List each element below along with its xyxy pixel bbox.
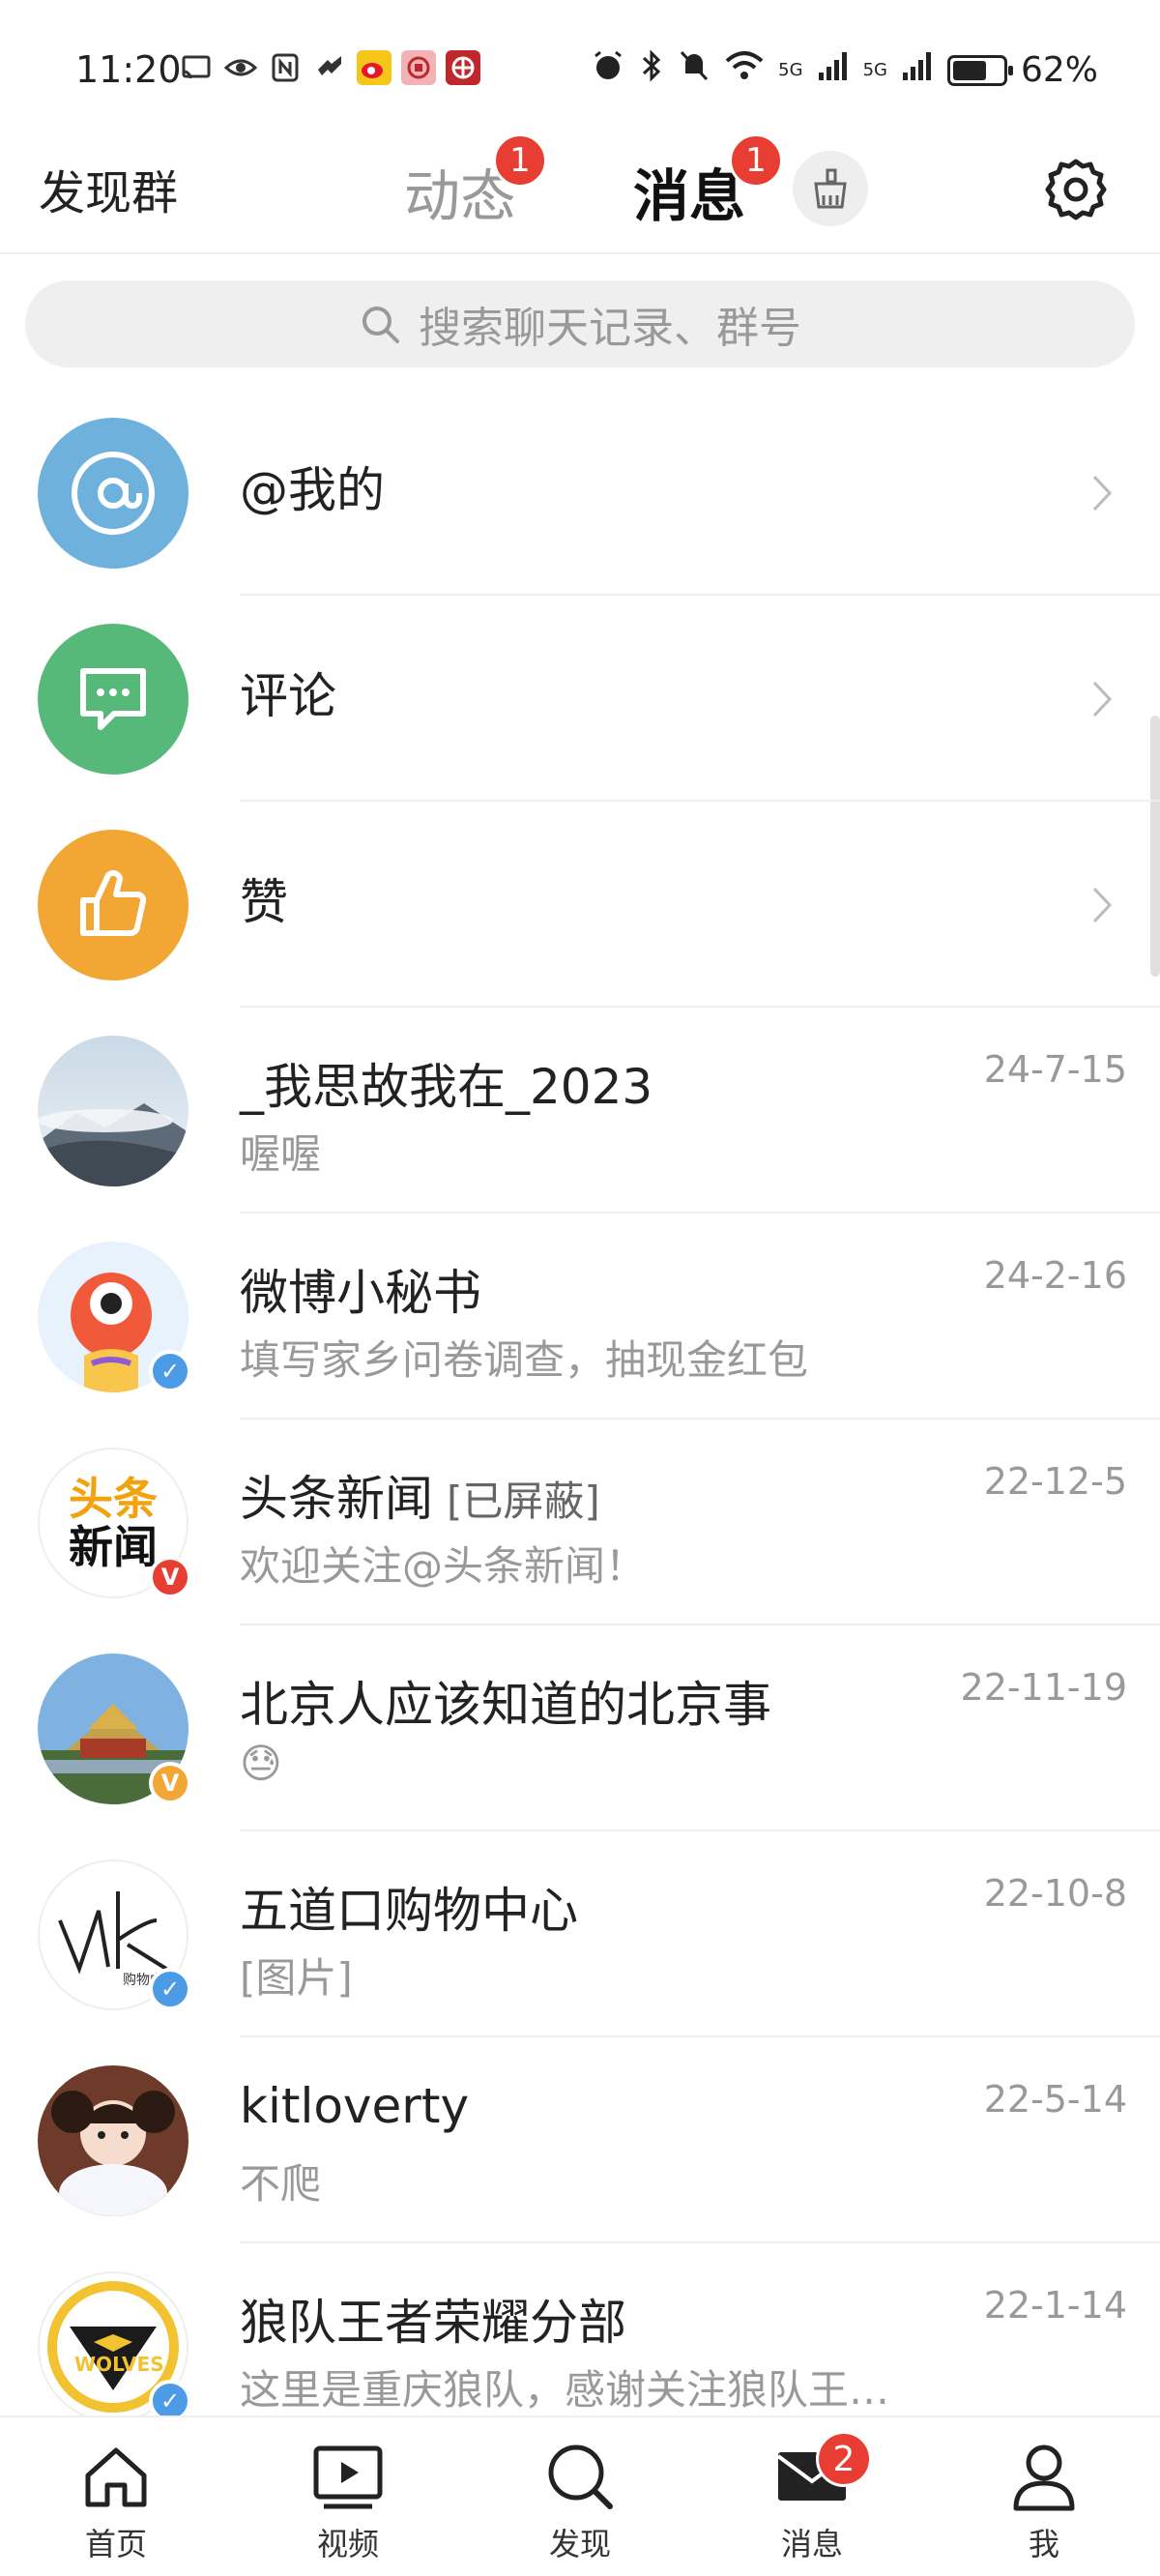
chat-row[interactable]: _我思故我在_2023 喔喔 24-7-15 <box>0 1008 1160 1214</box>
signal-label-1: 5G <box>778 59 803 80</box>
nav-label: 发现 <box>548 2526 611 2562</box>
chevron-right-icon <box>1092 681 1113 717</box>
status-bar: 11:20 5G 5G 62% <box>0 0 1160 126</box>
wifi-icon <box>724 48 765 92</box>
search-icon <box>548 2444 613 2509</box>
profile-icon <box>1013 2444 1075 2511</box>
nfc-icon <box>268 50 303 85</box>
chat-row[interactable]: 头条 新闻 V 头条新闻 [已屏蔽] 欢迎关注@头条新闻！ 22-12-5 <box>0 1420 1160 1625</box>
chat-name: 北京人应该知道的北京事 <box>240 1677 771 1733</box>
shortcut-label: @我的 <box>240 462 385 518</box>
avatar <box>38 2065 188 2216</box>
chat-preview: 😓 <box>240 1740 282 1787</box>
search-bar[interactable]: 搜索聊天记录、群号 <box>25 280 1135 367</box>
shortcut-mentions[interactable]: @我的 <box>0 390 1160 596</box>
battery-percent: 62% <box>1020 50 1098 90</box>
nav-profile[interactable]: 我 <box>928 2417 1160 2576</box>
nav-messages[interactable]: 消息 2 <box>696 2417 928 2576</box>
eye-icon <box>223 50 258 85</box>
thumbs-up-icon <box>38 830 188 981</box>
search-icon <box>362 307 399 343</box>
video-icon <box>313 2445 383 2509</box>
nav-label: 我 <box>1028 2526 1059 2562</box>
bank-app-icon <box>401 50 436 85</box>
verified-badge: ✓ <box>149 1350 191 1392</box>
chat-date: 22-5-14 <box>983 2078 1127 2121</box>
signal-icon-2 <box>901 49 934 91</box>
chat-date: 22-12-5 <box>983 1460 1127 1503</box>
chat-name-text: 头条新闻 <box>240 1471 433 1527</box>
chat-row[interactable]: kitloverty 不爬 22-5-14 <box>0 2037 1160 2243</box>
nav-label: 视频 <box>316 2526 379 2562</box>
nav-video[interactable]: 视频 <box>232 2417 464 2576</box>
signal-label-2: 5G <box>862 59 887 80</box>
search-placeholder: 搜索聊天记录、群号 <box>419 304 801 353</box>
weibo-app-icon <box>357 50 392 85</box>
nav-discover[interactable]: 发现 <box>464 2417 696 2576</box>
discover-group-button[interactable]: 发现群 <box>39 155 178 222</box>
broom-icon <box>814 168 847 209</box>
clear-unread-button[interactable] <box>793 151 868 226</box>
gear-icon <box>1045 159 1107 220</box>
battery-icon <box>946 54 1013 86</box>
comment-icon <box>38 624 188 775</box>
chat-name: 五道口购物中心 <box>240 1883 578 1939</box>
chat-name: 微博小秘书 <box>240 1265 481 1321</box>
chat-date: 24-7-15 <box>983 1048 1127 1091</box>
logo-text: 头条 <box>69 1473 158 1525</box>
verified-badge: V <box>149 1762 191 1804</box>
status-time: 11:20 <box>75 48 182 91</box>
chat-preview: 填写家乡问卷调查，抽现金红包 <box>240 1336 809 1384</box>
bluetooth-icon <box>639 48 664 92</box>
blocked-label: [已屏蔽] <box>447 1478 600 1525</box>
chat-preview: 欢迎关注@头条新闻！ <box>240 1542 647 1590</box>
nav-label: 消息 <box>780 2526 843 2562</box>
tab-dongtai-badge: 1 <box>493 133 547 188</box>
settings-button[interactable] <box>1039 153 1113 226</box>
verified-badge: ✓ <box>149 1968 191 2010</box>
logo-text: 新闻 <box>69 1521 158 1573</box>
message-list: @我的 评论 赞 _我思故我在_2023 喔喔 24-7-15 ✓ 微博小秘书 … <box>0 390 1160 2449</box>
shortcut-label: 赞 <box>240 874 288 930</box>
shortcut-likes[interactable]: 赞 <box>0 802 1160 1008</box>
chat-row[interactable]: ✓ 微博小秘书 填写家乡问卷调查，抽现金红包 24-2-16 <box>0 1214 1160 1420</box>
tab-xiaoxi-badge: 1 <box>729 133 783 188</box>
at-icon <box>38 418 188 569</box>
bank2-app-icon <box>446 50 480 85</box>
chat-row[interactable]: V 北京人应该知道的北京事 😓 22-11-19 <box>0 1625 1160 1831</box>
cast-icon <box>179 50 214 85</box>
chat-row[interactable]: 购物中 ✓ 五道口购物中心 [图片] 22-10-8 <box>0 1831 1160 2037</box>
logo-text: WOLVES <box>74 2353 164 2376</box>
chat-date: 24-2-16 <box>983 1254 1127 1297</box>
nav-label: 首页 <box>84 2526 147 2562</box>
chat-name: _我思故我在_2023 <box>240 1059 653 1115</box>
chat-name: kitloverty <box>240 2078 470 2134</box>
system-status: 5G 5G 62% <box>591 48 1098 92</box>
messages-badge: 2 <box>816 2431 872 2487</box>
signal-icon <box>817 49 850 91</box>
chat-date: 22-11-19 <box>960 1666 1127 1709</box>
chat-preview: 这里是重庆狼队，感谢关注狼队王… <box>240 2366 890 2414</box>
chat-name: 狼队王者荣耀分部 <box>240 2295 626 2351</box>
bottom-navigation: 首页 视频 发现 消息 2 我 <box>0 2415 1160 2576</box>
app-icon <box>312 50 347 85</box>
home-icon <box>85 2447 147 2507</box>
shortcut-label: 评论 <box>240 668 336 724</box>
chat-preview: [图片] <box>240 1954 353 2002</box>
chat-preview: 喔喔 <box>240 1130 322 1178</box>
chat-name: 头条新闻 [已屏蔽] <box>240 1460 600 1530</box>
chevron-right-icon <box>1092 887 1113 923</box>
notification-icons <box>179 50 480 85</box>
chat-date: 22-1-14 <box>983 2284 1127 2327</box>
alarm-icon <box>591 48 625 92</box>
nav-home[interactable]: 首页 <box>0 2417 232 2576</box>
chevron-right-icon <box>1092 475 1113 512</box>
top-navigation: 发现群 动态 1 消息 1 <box>0 126 1160 254</box>
avatar <box>38 1036 188 1186</box>
chat-preview: 不爬 <box>240 2160 322 2208</box>
verified-badge: V <box>149 1556 191 1598</box>
chat-date: 22-10-8 <box>983 1872 1127 1915</box>
mute-icon <box>678 48 710 92</box>
shortcut-comments[interactable]: 评论 <box>0 596 1160 802</box>
